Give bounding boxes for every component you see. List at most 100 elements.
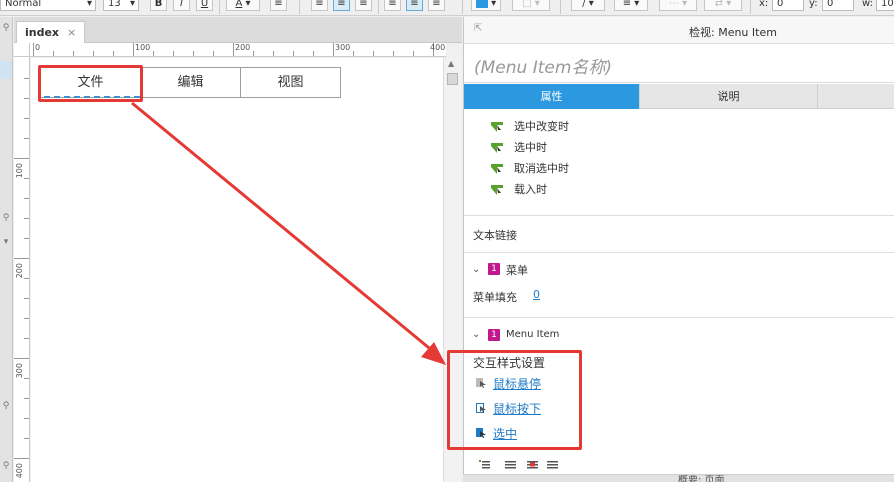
shadow-button[interactable]: □ ▾ — [512, 0, 550, 11]
scroll-up-icon[interactable]: ▲ — [448, 59, 454, 68]
tab-properties[interactable]: 属性 — [464, 84, 640, 109]
menu-fill-label: 菜单填充 — [473, 291, 517, 304]
lightning-icon — [491, 122, 503, 132]
align-middle-button[interactable]: ≡ — [406, 0, 423, 11]
menu-fill-value[interactable]: 0 — [533, 288, 540, 301]
align-top-button[interactable]: ≡ — [384, 0, 401, 11]
y-input[interactable]: 0 — [822, 0, 854, 11]
menu-item-view[interactable]: 视图 — [241, 68, 340, 97]
ruler-tick — [153, 51, 154, 56]
ruler-tick — [53, 51, 54, 56]
ruler-corner — [14, 43, 30, 57]
list-icon[interactable] — [505, 460, 516, 469]
fill-color-button[interactable]: ▾ — [471, 0, 501, 11]
ruler-tick — [253, 51, 254, 56]
toolbar-divider — [378, 0, 379, 14]
format-toolbar: Normal ▾ 13 ▾ B I U A ▾ ≡ ≡ ≡ ≡ ≡ ≡ ≡ ▾ □… — [0, 0, 894, 16]
x-input[interactable]: 0 — [772, 0, 804, 11]
outline-panel-title: 概要: 页面 — [678, 475, 725, 482]
underline-button[interactable]: U — [196, 0, 213, 11]
design-canvas[interactable] — [31, 58, 443, 482]
ruler-label: 300 — [335, 43, 351, 52]
align-center-button[interactable]: ≡ — [333, 0, 350, 11]
toolbar-divider — [750, 0, 751, 14]
vertical-ruler: 100 200 300 400 — [14, 57, 30, 482]
ruler-tick — [24, 298, 29, 299]
font-size-select[interactable]: 13 ▾ — [103, 0, 139, 11]
style-badge: 1 — [488, 329, 500, 341]
ruler-tick — [393, 51, 394, 56]
ruler-tick — [293, 51, 294, 56]
menu-section-label: 菜单 — [506, 264, 528, 277]
w-input[interactable]: 10 — [876, 0, 894, 11]
line-weight-button[interactable]: ≡ ▾ — [614, 0, 648, 11]
add-list-icon[interactable] — [479, 460, 490, 469]
event-label: 选中时 — [514, 141, 547, 154]
ruler-tick — [14, 158, 29, 159]
horizontal-ruler: 0 100 200 300 400 — [30, 43, 446, 57]
scrollbar-thumb[interactable] — [447, 73, 458, 85]
bullet-list-button[interactable]: ≡ — [270, 0, 287, 11]
pin-icon[interactable]: ⇱ — [474, 23, 482, 34]
highlight-box-interaction-styles — [447, 350, 582, 450]
style-select[interactable]: Normal ▾ — [0, 0, 96, 11]
event-label: 选中改变时 — [514, 120, 569, 133]
search-icon[interactable]: ⚲ — [1, 23, 11, 33]
ruler-label: 200 — [235, 43, 251, 52]
ruler-tick — [73, 51, 74, 56]
chevron-down-icon[interactable]: ⌄ — [472, 264, 480, 275]
menu-item-edit[interactable]: 编辑 — [141, 68, 241, 97]
ruler-tick — [24, 238, 29, 239]
lightning-icon — [491, 185, 503, 195]
ruler-tick — [24, 98, 29, 99]
search-icon[interactable]: ⚲ — [1, 213, 11, 223]
align-bottom-button[interactable]: ≡ — [428, 0, 445, 11]
app-window: Normal ▾ 13 ▾ B I U A ▾ ≡ ≡ ≡ ≡ ≡ ≡ ≡ ▾ □… — [0, 0, 894, 482]
ruler-label: 0 — [35, 43, 41, 52]
toolbar-divider — [219, 0, 220, 14]
bold-button[interactable]: B — [150, 0, 167, 11]
font-color-button[interactable]: A ▾ — [226, 0, 260, 11]
ruler-tick — [173, 51, 174, 56]
tab-notes[interactable]: 说明 — [640, 84, 818, 109]
ruler-tick — [24, 398, 29, 399]
italic-button[interactable]: I — [173, 0, 190, 11]
style-badge: 1 — [488, 263, 500, 275]
list-icon[interactable] — [547, 460, 558, 469]
ruler-label: 400 — [15, 463, 24, 479]
inspector-title: 检视: Menu Item — [689, 26, 777, 39]
lightning-icon — [491, 164, 503, 174]
ruler-tick — [213, 51, 214, 56]
outline-panel-header[interactable]: 概要: 页面 — [463, 474, 894, 482]
fill-swatch-icon — [475, 0, 488, 8]
inspector-tabs: 属性 说明 — [464, 84, 894, 109]
ruler-tick — [14, 258, 29, 259]
event-label: 取消选中时 — [514, 162, 569, 175]
section-divider — [464, 252, 894, 253]
arrow-style-button[interactable]: ⇄ ▾ — [704, 0, 742, 11]
align-left-button[interactable]: ≡ — [311, 0, 328, 11]
tab-index[interactable]: index × — [16, 21, 86, 43]
chevron-down-icon[interactable]: ⌄ — [472, 329, 480, 340]
align-right-button[interactable]: ≡ — [355, 0, 372, 11]
lightning-icon — [491, 143, 503, 153]
search-icon[interactable]: ⚲ — [1, 461, 11, 471]
inspector-header: ⇱ 检视: Menu Item — [464, 17, 894, 44]
w-label: w: — [862, 0, 874, 9]
menu-item-section-label: Menu Item — [506, 329, 560, 340]
ruler-tick — [24, 198, 29, 199]
line-style-button[interactable]: ⋯ ▾ — [659, 0, 697, 11]
chevron-down-icon: ▾ — [129, 0, 135, 9]
y-label: y: — [809, 0, 818, 9]
ruler-tick — [24, 438, 29, 439]
chevron-down-icon[interactable]: ▾ — [1, 237, 11, 247]
close-icon[interactable]: × — [67, 26, 76, 39]
left-strip-selection — [0, 61, 12, 79]
ruler-tick — [24, 78, 29, 79]
delete-list-icon[interactable] — [527, 460, 538, 469]
widget-name-field[interactable]: (Menu Item名称) — [464, 45, 894, 83]
ruler-tick — [313, 51, 314, 56]
line-color-button[interactable]: ∕ ▾ — [571, 0, 605, 11]
text-link-label[interactable]: 文本链接 — [473, 227, 517, 243]
search-icon[interactable]: ⚲ — [1, 401, 11, 411]
